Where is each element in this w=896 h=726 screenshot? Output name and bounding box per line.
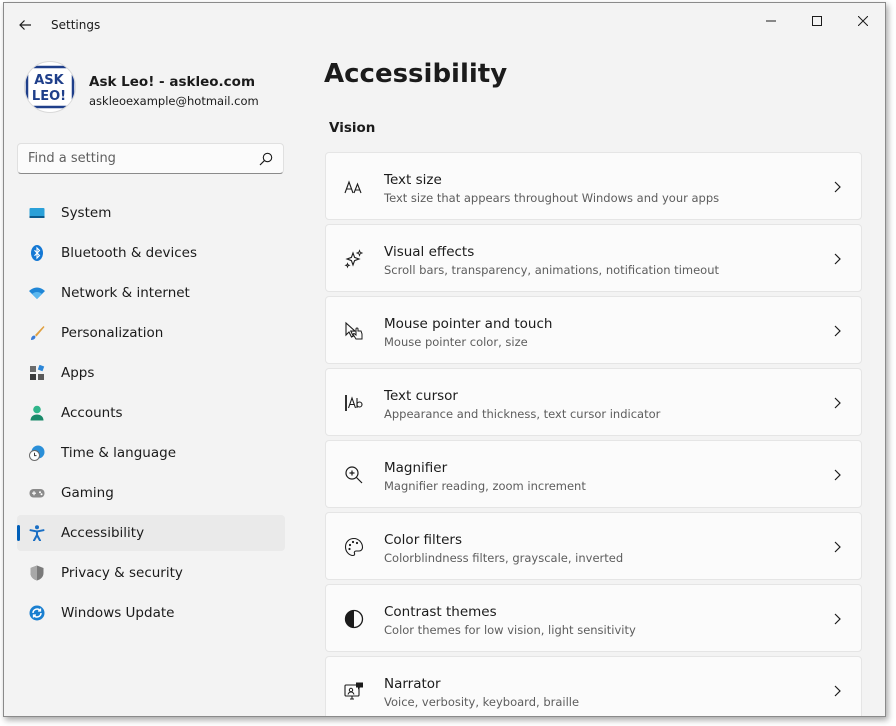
brush-icon (31, 326, 45, 340)
accessibility-icon (29, 525, 45, 541)
card-narrator[interactable]: Narrator Voice, verbosity, keyboard, bra… (325, 656, 862, 716)
person-icon (30, 405, 44, 421)
card-subtitle: Mouse pointer color, size (384, 335, 528, 349)
sidebar-item-network[interactable]: Network & internet (17, 275, 285, 311)
card-title: Color filters (384, 532, 462, 548)
card-title: Visual effects (384, 244, 475, 260)
card-subtitle: Color themes for low vision, light sensi… (384, 623, 636, 637)
chevron-right-icon (834, 469, 841, 481)
card-text-size[interactable]: Text size Text size that appears through… (325, 152, 862, 220)
sidebar-item-accounts[interactable]: Accounts (17, 395, 285, 431)
card-contrast-themes[interactable]: Contrast themes Color themes for low vis… (325, 584, 862, 652)
card-magnifier[interactable]: Magnifier Magnifier reading, zoom increm… (325, 440, 862, 508)
back-button[interactable] (14, 14, 36, 36)
title-bar: Settings (4, 3, 885, 47)
close-button[interactable] (840, 7, 885, 35)
pointer-touch-icon (345, 321, 363, 340)
minimize-icon (766, 20, 776, 22)
chevron-right-icon (834, 541, 841, 553)
chevron-right-icon (834, 181, 841, 193)
card-subtitle: Colorblindness filters, grayscale, inver… (384, 551, 624, 565)
sidebar-item-time-language[interactable]: Time & language (17, 435, 285, 471)
card-subtitle: Voice, verbosity, keyboard, braille (384, 695, 580, 709)
sidebar-item-label: Accessibility (61, 525, 145, 541)
sidebar-item-windows-update[interactable]: Windows Update (17, 595, 285, 631)
update-icon (29, 605, 45, 621)
askleo-logo-icon: ASK LEO! (25, 65, 75, 109)
card-color-filters[interactable]: Color filters Colorblindness filters, gr… (325, 512, 862, 580)
sidebar-item-bluetooth[interactable]: Bluetooth & devices (17, 235, 285, 271)
card-subtitle: Scroll bars, transparency, animations, n… (384, 263, 719, 277)
system-icon (29, 208, 45, 218)
settings-card-list: Text size Text size that appears through… (325, 152, 862, 716)
svg-text:ASK: ASK (34, 73, 64, 88)
sidebar-item-apps[interactable]: Apps (17, 355, 285, 391)
profile-email: askleoexample@hotmail.com (89, 94, 259, 108)
card-title: Text cursor (384, 388, 458, 404)
card-subtitle: Text size that appears throughout Window… (384, 191, 720, 205)
avatar[interactable]: ASK LEO! (24, 61, 76, 113)
chevron-right-icon (834, 325, 841, 337)
chevron-right-icon (834, 397, 841, 409)
search-placeholder: Find a setting (28, 151, 116, 166)
svg-text:LEO!: LEO! (32, 89, 66, 104)
maximize-button[interactable] (794, 7, 840, 35)
chevron-right-icon (834, 685, 841, 697)
shield-icon (30, 565, 44, 581)
back-arrow-icon (19, 20, 31, 30)
sidebar-item-personalization[interactable]: Personalization (17, 315, 285, 351)
page-title: Accessibility (324, 59, 508, 89)
card-title: Magnifier (384, 460, 448, 476)
apps-icon (30, 365, 45, 380)
bluetooth-icon (31, 245, 43, 261)
search-input[interactable]: Find a setting (17, 143, 284, 174)
card-title: Mouse pointer and touch (384, 316, 553, 332)
sidebar-item-accessibility[interactable]: Accessibility (17, 515, 285, 551)
sidebar-item-label: System (61, 205, 112, 221)
card-subtitle: Magnifier reading, zoom increment (384, 479, 586, 493)
profile-name: Ask Leo! - askleo.com (89, 74, 256, 90)
maximize-icon (812, 16, 822, 26)
sidebar-item-label: Time & language (61, 445, 177, 461)
narrator-icon (344, 682, 363, 700)
sidebar-item-label: Bluetooth & devices (61, 245, 198, 261)
section-title-vision: Vision (329, 120, 376, 136)
sidebar-item-label: Gaming (61, 485, 114, 501)
sidebar-item-label: Privacy & security (61, 565, 183, 581)
palette-icon (344, 537, 364, 557)
gamepad-icon (29, 489, 45, 498)
sparkle-icon (344, 249, 364, 269)
sidebar-item-label: Accounts (61, 405, 123, 421)
chevron-right-icon (834, 613, 841, 625)
text-cursor-icon (345, 395, 363, 411)
sidebar-item-label: Network & internet (61, 285, 190, 301)
sidebar-item-gaming[interactable]: Gaming (17, 475, 285, 511)
wifi-icon (29, 287, 45, 299)
card-text-cursor[interactable]: Text cursor Appearance and thickness, te… (325, 368, 862, 436)
close-icon (858, 16, 868, 26)
card-title: Contrast themes (384, 604, 497, 620)
chevron-right-icon (834, 253, 841, 265)
sidebar-item-label: Windows Update (61, 605, 175, 621)
minimize-button[interactable] (748, 7, 794, 35)
search-icon[interactable] (258, 151, 274, 167)
card-title: Text size (384, 172, 442, 188)
card-visual-effects[interactable]: Visual effects Scroll bars, transparency… (325, 224, 862, 292)
sidebar-item-system[interactable]: System (17, 195, 285, 231)
card-subtitle: Appearance and thickness, text cursor in… (384, 407, 661, 421)
sidebar-item-label: Apps (61, 365, 95, 381)
sidebar-item-label: Personalization (61, 325, 164, 341)
card-mouse-pointer-touch[interactable]: Mouse pointer and touch Mouse pointer co… (325, 296, 862, 364)
sidebar-item-privacy-security[interactable]: Privacy & security (17, 555, 285, 591)
clock-globe-icon (29, 445, 45, 461)
card-title: Narrator (384, 676, 441, 692)
magnifier-icon (345, 466, 363, 484)
settings-window: Settings ASK LEO! Ask Leo! - askleo.com … (3, 2, 886, 717)
contrast-icon (344, 609, 364, 629)
app-title: Settings (51, 18, 101, 32)
sidebar-nav: System Bluetooth & devices Network & int… (17, 195, 285, 635)
text-size-icon (344, 180, 362, 194)
